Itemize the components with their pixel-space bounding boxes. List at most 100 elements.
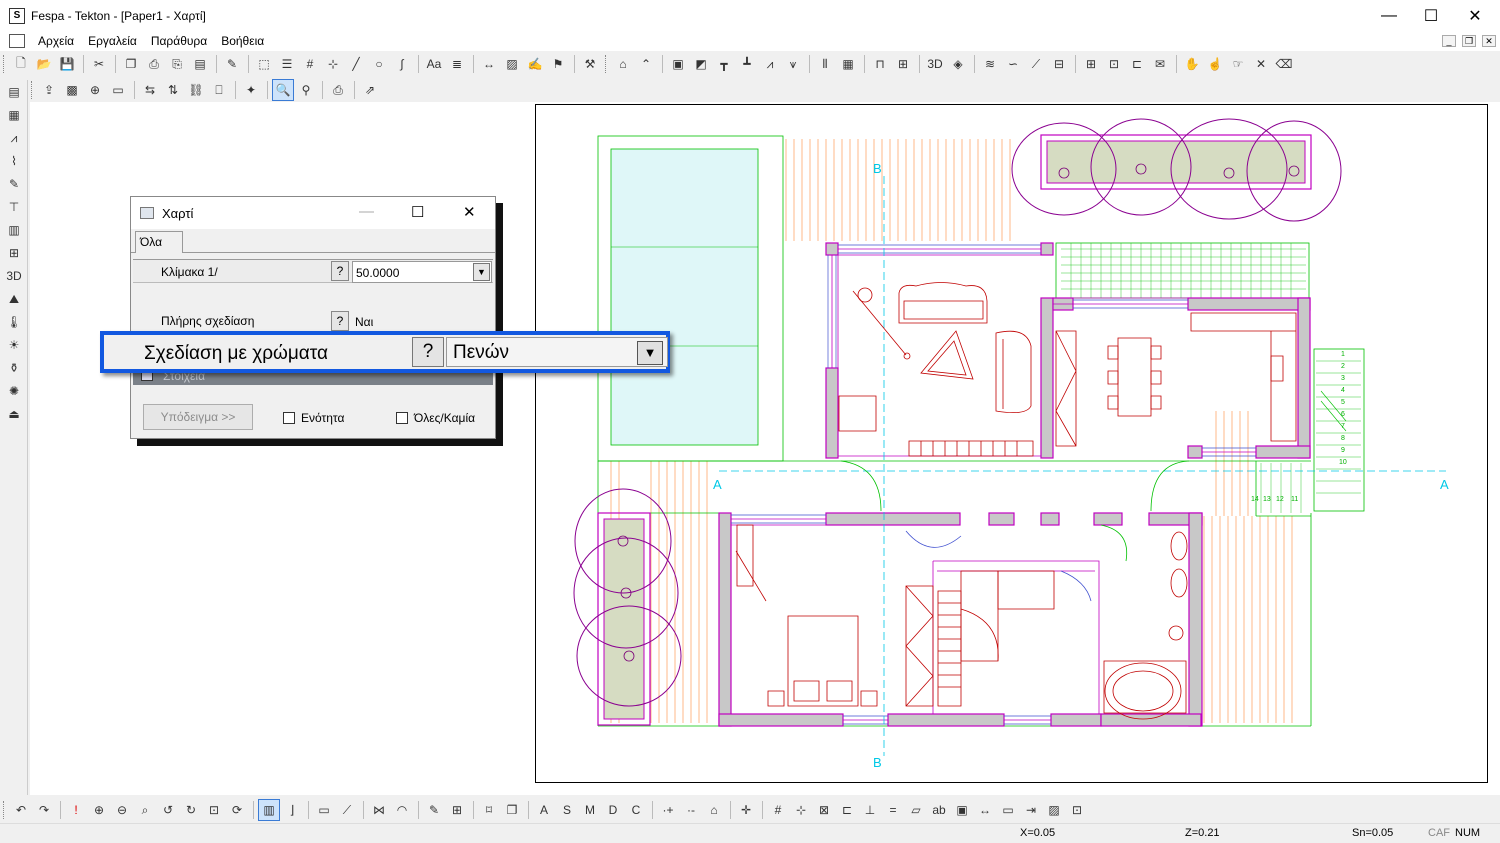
snap-grid-icon[interactable]: # — [767, 799, 789, 821]
layer-d-icon[interactable]: D — [602, 799, 624, 821]
contour-icon[interactable]: ∽ — [1002, 53, 1024, 75]
sun-icon[interactable]: ✺ — [3, 380, 25, 402]
building-icon[interactable]: ⌂ — [612, 53, 634, 75]
snap-end-icon[interactable]: ⊠ — [813, 799, 835, 821]
grid-table-icon[interactable]: ⊞ — [446, 799, 468, 821]
new-file-icon[interactable]: 🗋 — [10, 53, 32, 75]
unit-checkbox[interactable]: Ενότητα — [283, 411, 344, 425]
image-icon[interactable]: ▩ — [61, 79, 83, 101]
dialog-title-bar[interactable]: Χαρτί — ☐ ✕ — [131, 197, 495, 229]
terrain-icon[interactable]: ≋ — [979, 53, 1001, 75]
text-icon[interactable]: Aa — [423, 53, 445, 75]
layer-m-icon[interactable]: M — [579, 799, 601, 821]
line-icon[interactable]: ╱ — [345, 53, 367, 75]
view-3d-icon[interactable]: 3D — [924, 53, 946, 75]
mdi-restore-button[interactable]: ❐ — [1462, 35, 1476, 47]
gauge-icon[interactable]: ◠ — [391, 799, 413, 821]
delete-icon[interactable]: ✕ — [1250, 53, 1272, 75]
duplicate-icon[interactable]: ❐ — [501, 799, 523, 821]
window-icon[interactable]: ▦ — [837, 53, 859, 75]
snap-ab-icon[interactable]: ab — [928, 799, 950, 821]
snap-node-icon[interactable]: ⊹ — [790, 799, 812, 821]
dimension-icon[interactable]: ↔ — [478, 53, 500, 75]
open-folder-icon[interactable]: 📂 — [33, 53, 55, 75]
stairs-icon[interactable]: ⩘ — [759, 53, 781, 75]
clean-icon[interactable]: ✦ — [240, 79, 262, 101]
tools-icon[interactable]: ⚒ — [579, 53, 601, 75]
pencil-icon[interactable]: ✎ — [221, 53, 243, 75]
mdi-minimize-button[interactable]: _ — [1442, 35, 1456, 47]
table-icon[interactable]: ⊞ — [1080, 53, 1102, 75]
pan-hand-icon[interactable]: ✋ — [1181, 53, 1203, 75]
railing-icon[interactable]: ⩛ — [782, 53, 804, 75]
zoom-all-icon[interactable]: ⊡ — [203, 799, 225, 821]
plot-icon[interactable]: ⎙ — [327, 79, 349, 101]
layer-a-icon[interactable]: A — [533, 799, 555, 821]
export-icon[interactable]: ⇗ — [359, 79, 381, 101]
maximize-button[interactable]: ☐ — [1408, 0, 1454, 31]
all-none-checkbox-box[interactable] — [396, 412, 408, 424]
select-icon[interactable]: ⬚ — [253, 53, 275, 75]
zoom-paper-icon[interactable]: 🔍 — [272, 79, 294, 101]
snap-frame-icon[interactable]: ⊡ — [1066, 799, 1088, 821]
node-icon[interactable]: ⊹ — [322, 53, 344, 75]
tag-icon[interactable]: ⌑ — [478, 799, 500, 821]
copy-icon[interactable]: ❐ — [120, 53, 142, 75]
frame-icon[interactable]: ▭ — [107, 79, 129, 101]
sign-icon[interactable]: ⊤ — [3, 196, 25, 218]
symbol-icon[interactable]: ⚑ — [547, 53, 569, 75]
link-icon[interactable]: ⛓ — [185, 79, 207, 101]
snap-perp-icon[interactable]: ⊥ — [859, 799, 881, 821]
wall-icon[interactable]: ▣ — [667, 53, 689, 75]
profile-icon[interactable]: ⟋ — [1025, 53, 1047, 75]
curve-icon[interactable]: ∫ — [391, 53, 413, 75]
grab-icon[interactable]: ☝ — [1204, 53, 1226, 75]
move-view-icon[interactable]: ⇆ — [139, 79, 161, 101]
nodes-icon[interactable]: ⋈ — [368, 799, 390, 821]
menu-windows[interactable]: Παράθυρα — [144, 34, 214, 48]
layer-c-icon[interactable]: C — [625, 799, 647, 821]
snap-rect-icon[interactable]: ▭ — [997, 799, 1019, 821]
grid-icon[interactable]: # — [299, 53, 321, 75]
crosshair-icon[interactable]: ✛ — [735, 799, 757, 821]
floor-plan-icon[interactable]: ▤ — [3, 81, 25, 103]
light-icon[interactable]: ☀ — [3, 334, 25, 356]
slab-icon[interactable]: ◩ — [690, 53, 712, 75]
layers-icon[interactable]: ▤ — [189, 53, 211, 75]
layer-s-icon[interactable]: S — [556, 799, 578, 821]
color-drawing-combo[interactable]: Πενών ▼ — [446, 337, 668, 367]
save-icon[interactable]: 💾 — [56, 53, 78, 75]
toolbar-grip[interactable] — [605, 55, 608, 73]
zoom-prev-icon[interactable]: ↺ — [157, 799, 179, 821]
thermometer-icon[interactable]: 🌡 — [3, 311, 25, 333]
dialog-maximize-button[interactable]: ☐ — [411, 203, 424, 221]
snap-quad-icon[interactable]: ▱ — [905, 799, 927, 821]
scale-combo[interactable]: 50.0000 ▼ — [352, 261, 492, 283]
snap-int-icon[interactable]: ▣ — [951, 799, 973, 821]
photo-icon[interactable]: ⛰ — [3, 288, 25, 310]
camera-icon[interactable]: ⏏ — [3, 403, 25, 425]
pen-icon[interactable]: ✎ — [3, 173, 25, 195]
snap-point-icon[interactable]: ·+ — [657, 799, 679, 821]
dialog-minimize-button[interactable]: — — [359, 203, 374, 220]
add-view-icon[interactable]: ⊕ — [84, 79, 106, 101]
menu-help[interactable]: Βοήθεια — [214, 34, 271, 48]
redraw-icon[interactable]: ⟳ — [226, 799, 248, 821]
snap-dist-icon[interactable]: ↔ — [974, 799, 996, 821]
furniture-icon[interactable]: ⊓ — [869, 53, 891, 75]
stair-tool-icon[interactable]: ⩘ — [3, 127, 25, 149]
alert-icon[interactable]: ! — [65, 799, 87, 821]
section-icon[interactable]: ⊟ — [1048, 53, 1070, 75]
beam-icon[interactable]: ┻ — [736, 53, 758, 75]
unit-checkbox-box[interactable] — [283, 412, 295, 424]
snap-mid-icon[interactable]: ⊏ — [836, 799, 858, 821]
lamp-icon[interactable]: ⚱ — [3, 357, 25, 379]
sheet-icon[interactable]: ⊡ — [1103, 53, 1125, 75]
print-icon[interactable]: ⎙ — [143, 53, 165, 75]
zoom-in-icon[interactable]: ⊕ — [88, 799, 110, 821]
cut-icon[interactable]: ✂ — [88, 53, 110, 75]
snap-parallel-icon[interactable]: = — [882, 799, 904, 821]
circle-icon[interactable]: ○ — [368, 53, 390, 75]
bookmark-icon[interactable]: ⊏ — [1126, 53, 1148, 75]
column-icon[interactable]: ┳ — [713, 53, 735, 75]
